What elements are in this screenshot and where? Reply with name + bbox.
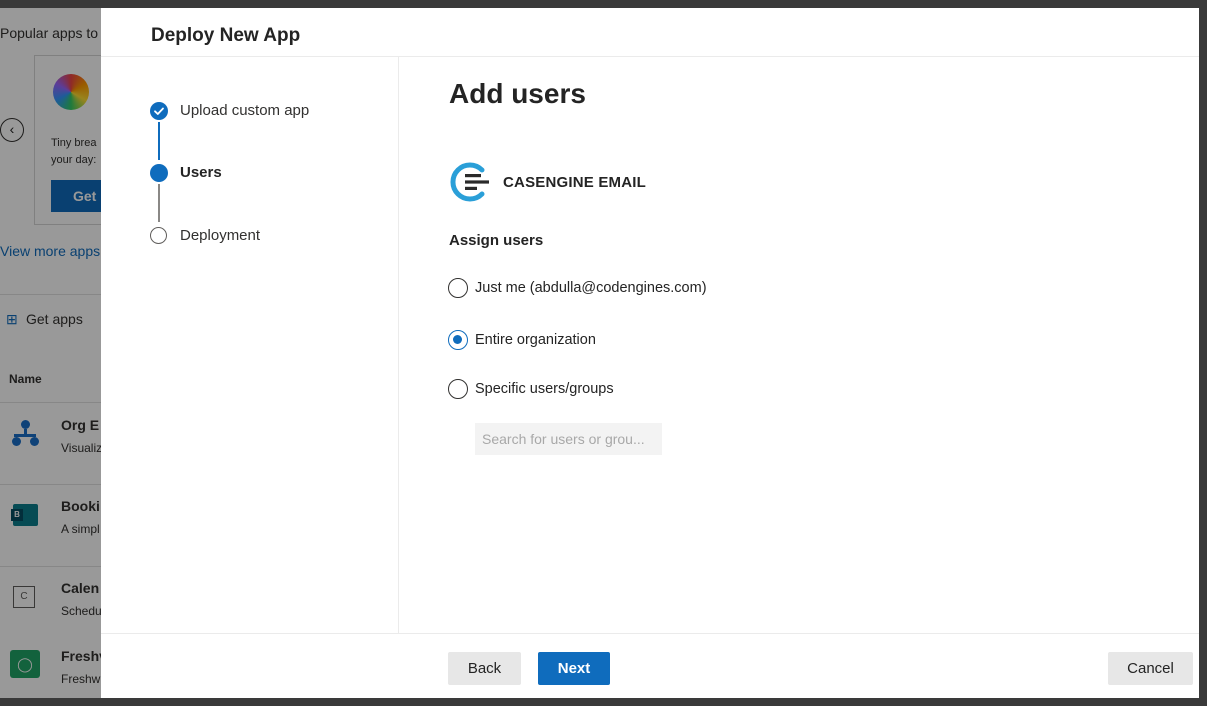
checkmark-icon bbox=[150, 102, 168, 120]
radio-specific-users[interactable]: Specific users/groups bbox=[448, 378, 614, 400]
content-title: Add users bbox=[449, 78, 586, 109]
app-name: CASENGINE EMAIL bbox=[503, 174, 647, 191]
radio-label: Entire organization bbox=[475, 332, 596, 348]
header-divider bbox=[101, 56, 1199, 57]
step-deployment: Deployment bbox=[180, 227, 261, 244]
footer-divider bbox=[101, 633, 1199, 634]
current-step-icon bbox=[150, 164, 168, 182]
step-users: Users bbox=[180, 164, 222, 181]
modal-overlay[interactable] bbox=[0, 8, 101, 698]
radio-label: Just me (abdulla@codengines.com) bbox=[475, 280, 707, 296]
back-button[interactable]: Back bbox=[448, 652, 521, 685]
next-button[interactable]: Next bbox=[538, 652, 610, 685]
step-upload-custom-app: Upload custom app bbox=[180, 102, 310, 119]
radio-label: Specific users/groups bbox=[475, 381, 614, 397]
assign-users-heading: Assign users bbox=[449, 232, 544, 249]
radio-button[interactable] bbox=[448, 330, 468, 350]
step-connector bbox=[158, 184, 160, 222]
radio-just-me[interactable]: Just me (abdulla@codengines.com) bbox=[448, 277, 707, 299]
user-search-input[interactable] bbox=[475, 423, 662, 455]
radio-entire-organization[interactable]: Entire organization bbox=[448, 329, 596, 351]
casengine-logo-icon bbox=[450, 162, 489, 202]
deploy-new-app-dialog: Deploy New App Upload custom app Users D… bbox=[101, 8, 1199, 698]
radio-button[interactable] bbox=[448, 278, 468, 298]
panel-divider bbox=[398, 57, 399, 633]
dialog-title: Deploy New App bbox=[151, 25, 301, 46]
cancel-button[interactable]: Cancel bbox=[1108, 652, 1193, 685]
pending-step-icon bbox=[150, 227, 167, 244]
step-connector bbox=[158, 122, 160, 160]
radio-button[interactable] bbox=[448, 379, 468, 399]
